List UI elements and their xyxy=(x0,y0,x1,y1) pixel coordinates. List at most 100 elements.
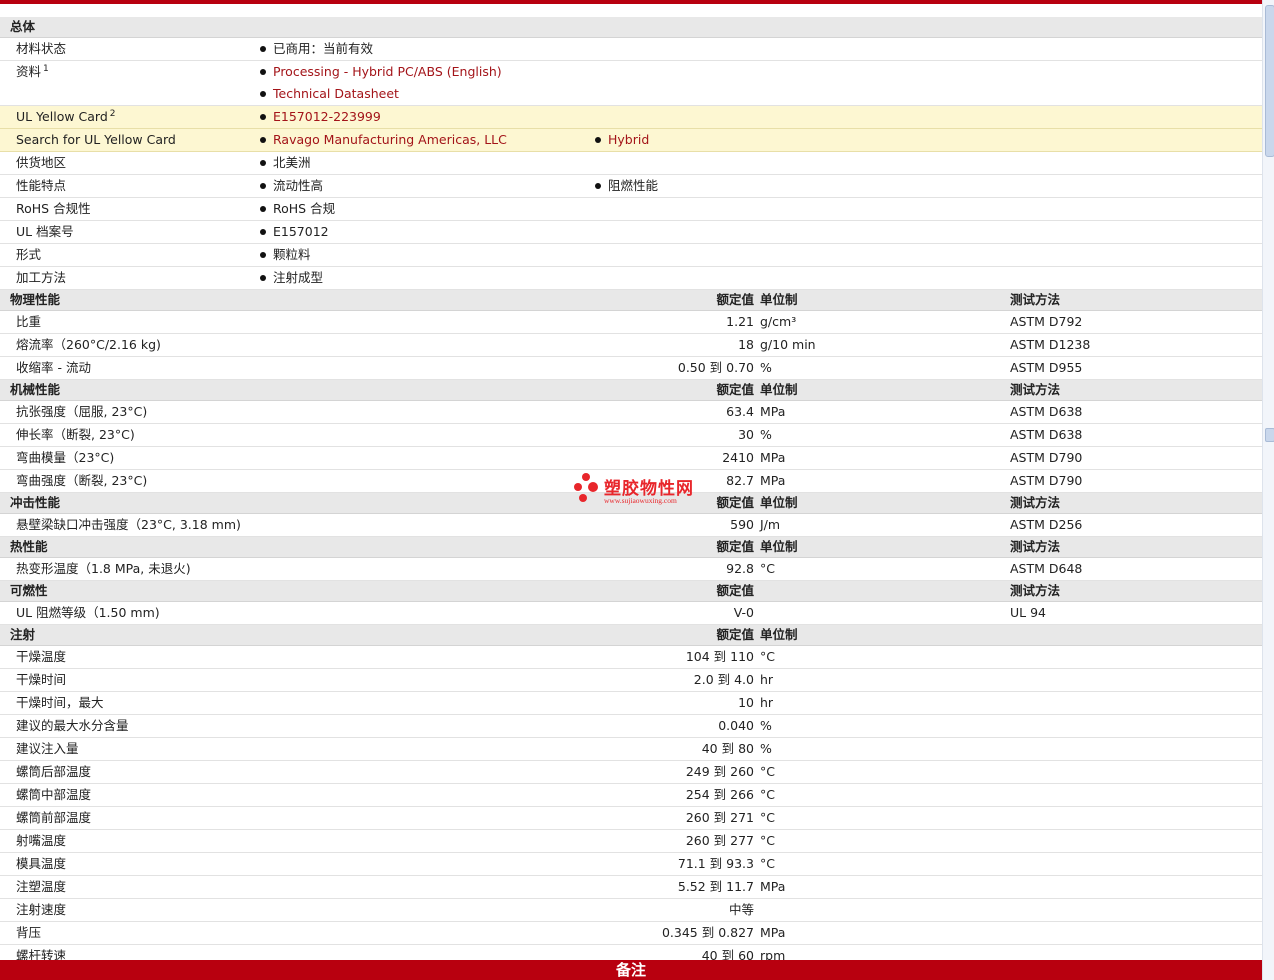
table-row: 比重 1.21 g/cm³ ASTM D792 xyxy=(0,311,1262,334)
footnote-marker: 2 xyxy=(109,109,116,119)
row-rohs: RoHS 合规性 RoHS 合规 xyxy=(0,198,1262,221)
property-unit: °C xyxy=(760,810,775,825)
test-method: UL 94 xyxy=(1010,605,1046,620)
link-processing-guide[interactable]: Processing - Hybrid PC/ABS (English) xyxy=(258,61,502,83)
table-row: 建议的最大水分含量 0.040% xyxy=(0,715,1262,738)
section-title: 物理性能 xyxy=(10,292,61,307)
property-value: 30 xyxy=(738,427,754,442)
row-ul-file: UL 档案号 E157012 xyxy=(0,221,1262,244)
property-unit: % xyxy=(760,718,772,733)
scrollbar-marker xyxy=(1265,428,1274,442)
footnote-marker: 1 xyxy=(43,64,49,74)
table-row: 背压 0.345 到 0.827 MPa xyxy=(0,922,1262,945)
property-unit: °C xyxy=(760,561,775,576)
row-value: RoHS 合规 xyxy=(258,198,335,220)
table-row: 干燥时间，最大 10 hr xyxy=(0,692,1262,715)
row-label: 形式 xyxy=(16,247,42,262)
test-method: ASTM D1238 xyxy=(1010,337,1091,352)
property-value: 2410 xyxy=(722,450,754,465)
section-title: 可燃性 xyxy=(10,583,48,598)
table-row: UL 阻燃等级（1.50 mm) V-0 UL 94 xyxy=(0,602,1262,625)
link-yellow-card[interactable]: E157012-223999 xyxy=(258,106,381,128)
test-method: ASTM D955 xyxy=(1010,360,1083,375)
property-value: 254 到 266 xyxy=(685,787,754,802)
vertical-scrollbar[interactable] xyxy=(1262,0,1274,980)
row-value: E157012 xyxy=(258,221,329,243)
notes-header: 备注 xyxy=(0,960,1262,980)
row-value: 北美洲 xyxy=(258,152,311,174)
section-title: 热性能 xyxy=(10,539,48,554)
table-row: 模具温度 71.1 到 93.3 °C xyxy=(0,853,1262,876)
property-unit: hr xyxy=(760,695,774,710)
header-method: 测试方法 xyxy=(1010,583,1061,598)
header-unit: 单位制 xyxy=(760,627,798,642)
property-unit: g/cm³ xyxy=(760,314,797,329)
table-row: 热变形温度（1.8 MPa, 未退火) 92.8 °C ASTM D648 xyxy=(0,558,1262,581)
property-label: 悬壁梁缺口冲击强度（23°C, 3.18 mm) xyxy=(16,517,241,532)
property-label: 螺筒后部温度 xyxy=(16,764,92,779)
row-value: 已商用：当前有效 xyxy=(258,38,373,60)
row-material-status: 材料状态 已商用：当前有效 xyxy=(0,38,1262,61)
table-row: 螺筒后部温度 249 到 260 °C xyxy=(0,761,1262,784)
header-value: 额定值 xyxy=(716,495,754,510)
table-row: 抗张强度（屈服, 23°C) 63.4 MPa ASTM D638 xyxy=(0,401,1262,424)
row-value: 阻燃性能 xyxy=(593,175,658,197)
table-row: 建议注入量 40 到 80% xyxy=(0,738,1262,761)
property-value: 中等 xyxy=(728,902,754,917)
test-method: ASTM D638 xyxy=(1010,404,1083,419)
header-value: 额定值 xyxy=(716,382,754,397)
property-label: 射嘴温度 xyxy=(16,833,67,848)
property-value: 40 到 80 xyxy=(701,741,754,756)
section-flammability: 可燃性 额定值 测试方法 xyxy=(0,581,1262,602)
property-label: 建议注入量 xyxy=(16,741,79,756)
property-unit: °C xyxy=(760,856,775,871)
property-value: 82.7 xyxy=(726,473,754,488)
property-label: 热变形温度（1.8 MPa, 未退火) xyxy=(16,561,191,576)
header-value: 额定值 xyxy=(716,627,754,642)
table-row: 螺筒前部温度 260 到 271 °C xyxy=(0,807,1262,830)
test-method: ASTM D256 xyxy=(1010,517,1083,532)
header-method: 测试方法 xyxy=(1010,495,1061,510)
property-label: UL 阻燃等级（1.50 mm) xyxy=(16,605,160,620)
property-unit: °C xyxy=(760,787,775,802)
row-region: 供货地区 北美洲 xyxy=(0,152,1262,175)
link-technical-datasheet[interactable]: Technical Datasheet xyxy=(258,83,399,105)
property-label: 注射速度 xyxy=(16,902,67,917)
property-label: 伸长率（断裂, 23°C) xyxy=(16,427,135,442)
table-row: 干燥温度 104 到 110 °C xyxy=(0,646,1262,669)
table-row: 弯曲模量（23°C) 2410 MPa ASTM D790 xyxy=(0,447,1262,470)
link-manufacturer[interactable]: Ravago Manufacturing Americas, LLC xyxy=(258,129,507,151)
property-label: 干燥温度 xyxy=(16,649,67,664)
property-label: 背压 xyxy=(16,925,42,940)
row-search-yellow-card: Search for UL Yellow Card Ravago Manufac… xyxy=(0,129,1262,152)
row-value: 颗粒料 xyxy=(258,244,311,266)
property-label: 干燥时间，最大 xyxy=(16,695,104,710)
property-unit: MPa xyxy=(760,450,786,465)
section-title: 冲击性能 xyxy=(10,495,61,510)
link-product-family[interactable]: Hybrid xyxy=(593,129,649,151)
property-value: 63.4 xyxy=(726,404,754,419)
property-unit: hr xyxy=(760,672,774,687)
property-unit: J/m xyxy=(760,517,781,532)
row-features: 性能特点 流动性高 阻燃性能 xyxy=(0,175,1262,198)
scrollbar-thumb[interactable] xyxy=(1265,5,1274,157)
property-label: 干燥时间 xyxy=(16,672,67,687)
row-processing: 加工方法 注射成型 xyxy=(0,267,1262,290)
table-row: 悬壁梁缺口冲击强度（23°C, 3.18 mm) 590 J/m ASTM D256 xyxy=(0,514,1262,537)
row-value: 流动性高 xyxy=(258,175,323,197)
table-row: 收缩率 - 流动 0.50 到 0.70% ASTM D955 xyxy=(0,357,1262,380)
section-title: 机械性能 xyxy=(10,382,61,397)
test-method: ASTM D638 xyxy=(1010,427,1083,442)
row-value: 注射成型 xyxy=(258,267,323,289)
section-injection: 注射 额定值 单位制 xyxy=(0,625,1262,646)
property-value: 71.1 到 93.3 xyxy=(677,856,754,871)
row-label: 性能特点 xyxy=(16,178,67,193)
header-value: 额定值 xyxy=(716,292,754,307)
test-method: ASTM D790 xyxy=(1010,473,1083,488)
property-unit: °C xyxy=(760,833,775,848)
table-row: 注塑温度 5.52 到 11.7 MPa xyxy=(0,876,1262,899)
property-value: 2.0 到 4.0 xyxy=(693,672,754,687)
header-method: 测试方法 xyxy=(1010,539,1061,554)
property-value: 0.040 xyxy=(718,718,754,733)
property-label: 螺筒中部温度 xyxy=(16,787,92,802)
